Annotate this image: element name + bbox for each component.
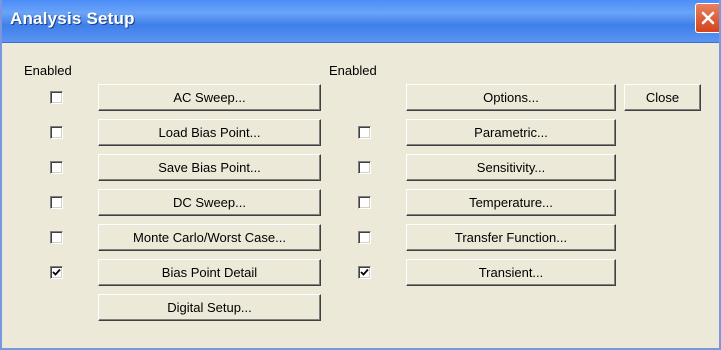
transfer-function-enabled-checkbox[interactable] <box>358 231 371 244</box>
save-bias-point-button[interactable]: Save Bias Point... <box>98 154 321 181</box>
temperature-enabled-checkbox[interactable] <box>358 196 371 209</box>
save-bias-point-enabled-checkbox[interactable] <box>50 161 63 174</box>
transient-button[interactable]: Transient... <box>406 259 616 286</box>
checkmark-icon <box>360 268 369 276</box>
parametric-enabled-checkbox[interactable] <box>358 126 371 139</box>
dc-sweep-button[interactable]: DC Sweep... <box>98 189 321 216</box>
close-icon <box>701 11 714 25</box>
bias-point-detail-button[interactable]: Bias Point Detail <box>98 259 321 286</box>
monte-carlo-worst-case-enabled-checkbox[interactable] <box>50 231 63 244</box>
digital-setup-button[interactable]: Digital Setup... <box>98 294 321 321</box>
left-enabled-label: Enabled <box>24 63 72 78</box>
analysis-setup-dialog: Analysis Setup Enabled Enabled AC Sweep.… <box>0 0 721 350</box>
parametric-button[interactable]: Parametric... <box>406 119 616 146</box>
window-close-button[interactable] <box>695 3 719 33</box>
close-button[interactable]: Close <box>624 84 701 111</box>
load-bias-point-button[interactable]: Load Bias Point... <box>98 119 321 146</box>
dc-sweep-enabled-checkbox[interactable] <box>50 196 63 209</box>
options-button[interactable]: Options... <box>406 84 616 111</box>
load-bias-point-enabled-checkbox[interactable] <box>50 126 63 139</box>
checkmark-icon <box>52 268 61 276</box>
ac-sweep-enabled-checkbox[interactable] <box>50 91 63 104</box>
transient-enabled-checkbox[interactable] <box>358 266 371 279</box>
sensitivity-enabled-checkbox[interactable] <box>358 161 371 174</box>
ac-sweep-button[interactable]: AC Sweep... <box>98 84 321 111</box>
sensitivity-button[interactable]: Sensitivity... <box>406 154 616 181</box>
dialog-title: Analysis Setup <box>10 9 135 28</box>
right-enabled-label: Enabled <box>329 63 377 78</box>
title-bar[interactable]: Analysis Setup <box>2 0 719 43</box>
transfer-function-button[interactable]: Transfer Function... <box>406 224 616 251</box>
monte-carlo-worst-case-button[interactable]: Monte Carlo/Worst Case... <box>98 224 321 251</box>
temperature-button[interactable]: Temperature... <box>406 189 616 216</box>
bias-point-detail-enabled-checkbox[interactable] <box>50 266 63 279</box>
